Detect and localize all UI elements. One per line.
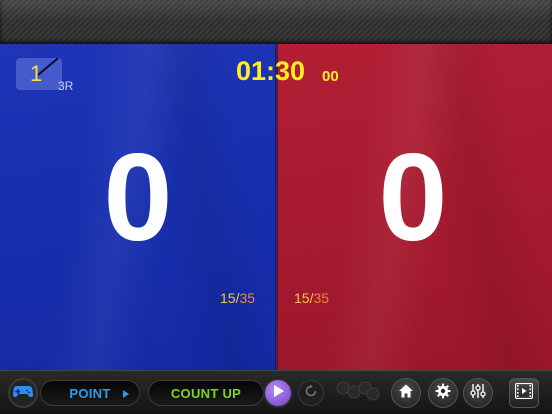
timer-display[interactable]: 01:30 [236,56,305,87]
dots-icon [334,378,380,409]
blue-score[interactable]: 0 [78,136,198,260]
layout-button[interactable] [334,380,380,406]
timer-mode-selector[interactable]: COUNT UP [148,380,264,406]
scoring-mode-selector[interactable]: POINT [40,380,140,406]
gamepad-button[interactable] [8,378,38,408]
settings-button[interactable] [428,378,458,408]
mixer-icon [470,383,486,404]
gear-icon [435,383,451,404]
red-stat: 15/35 [294,290,329,306]
blue-stat-max: 35 [239,290,256,306]
gamepad-icon [13,384,33,403]
reset-button[interactable] [298,380,324,406]
play-icon [271,384,285,403]
timer-centiseconds: 00 [322,68,339,85]
round-total: 3R [58,79,74,93]
adjust-button[interactable] [463,378,493,408]
reset-icon [303,383,319,404]
red-stat-max: 35 [313,290,330,306]
play-button[interactable] [263,378,293,408]
top-bar [0,0,552,44]
home-icon [398,383,414,404]
panel-divider [275,44,278,370]
timer-mode-label: COUNT UP [170,385,242,401]
scoring-mode-label: POINT [69,385,111,401]
red-score[interactable]: 0 [353,136,473,260]
video-button[interactable] [509,378,539,408]
blue-stat: 15/35 [220,290,255,306]
film-icon [514,382,534,404]
chevron-right-icon [123,390,129,398]
blue-stat-current: 15 [220,290,236,306]
red-stat-current: 15 [294,290,310,306]
home-button[interactable] [391,378,421,408]
